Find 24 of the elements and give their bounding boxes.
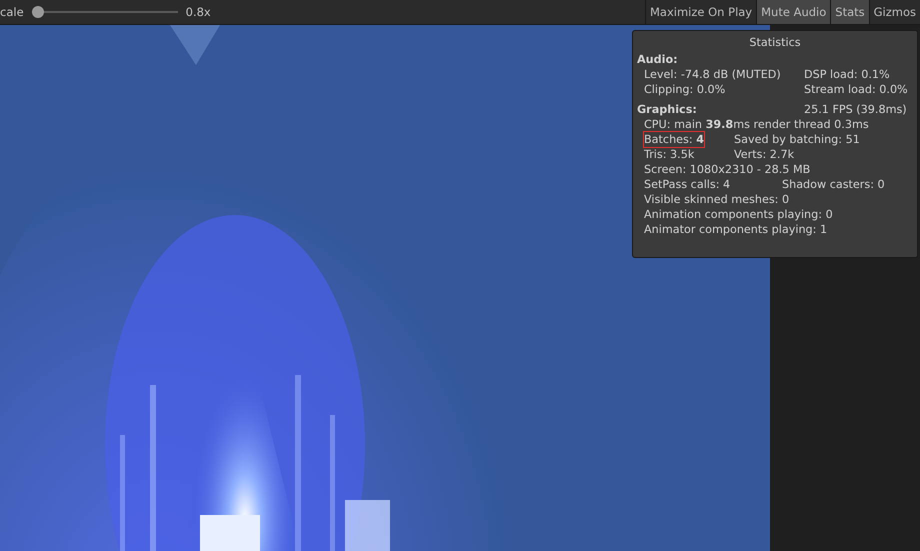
scale-label: cale [0,5,24,19]
stat-text: Batches: 4 [644,132,704,147]
fps-text: 25.1 FPS (39.8ms) [804,102,908,117]
stat-text: DSP load: 0.1% [804,67,891,82]
stat-text: Level: -74.8 dB (MUTED) [644,67,782,82]
stat-text: CPU: main 39.8ms render thread 0.3ms [644,117,870,132]
stat-text: Stream load: 0.0% [804,82,909,97]
section-heading: Audio: [637,52,679,67]
stat-text: Clipping: 0.0% [644,82,726,97]
stat-text: Tris: 3.5k [644,147,696,162]
slider-thumb[interactable] [32,6,44,18]
section-heading: Graphics: [637,102,698,117]
toolbar-toggle[interactable]: Mute Audio [756,0,830,24]
stat-text: Screen: 1080x2310 - 28.5 MB [644,162,812,177]
stat-text: Animator components playing: 1 [644,222,828,237]
stat-text: Shadow casters: 0 [782,177,886,192]
stat-text: SetPass calls: 4 [644,177,732,192]
toolbar-toggle[interactable]: Stats [830,0,869,24]
stat-text: Animation components playing: 0 [644,207,834,222]
stat-text: Visible skinned meshes: 0 [644,192,790,207]
stat-text: Saved by batching: 51 [734,132,861,147]
stat-text: Verts: 2.7k [734,147,796,162]
panel-title: Statistics [748,35,802,50]
scale-value: 0.8x [186,5,211,19]
